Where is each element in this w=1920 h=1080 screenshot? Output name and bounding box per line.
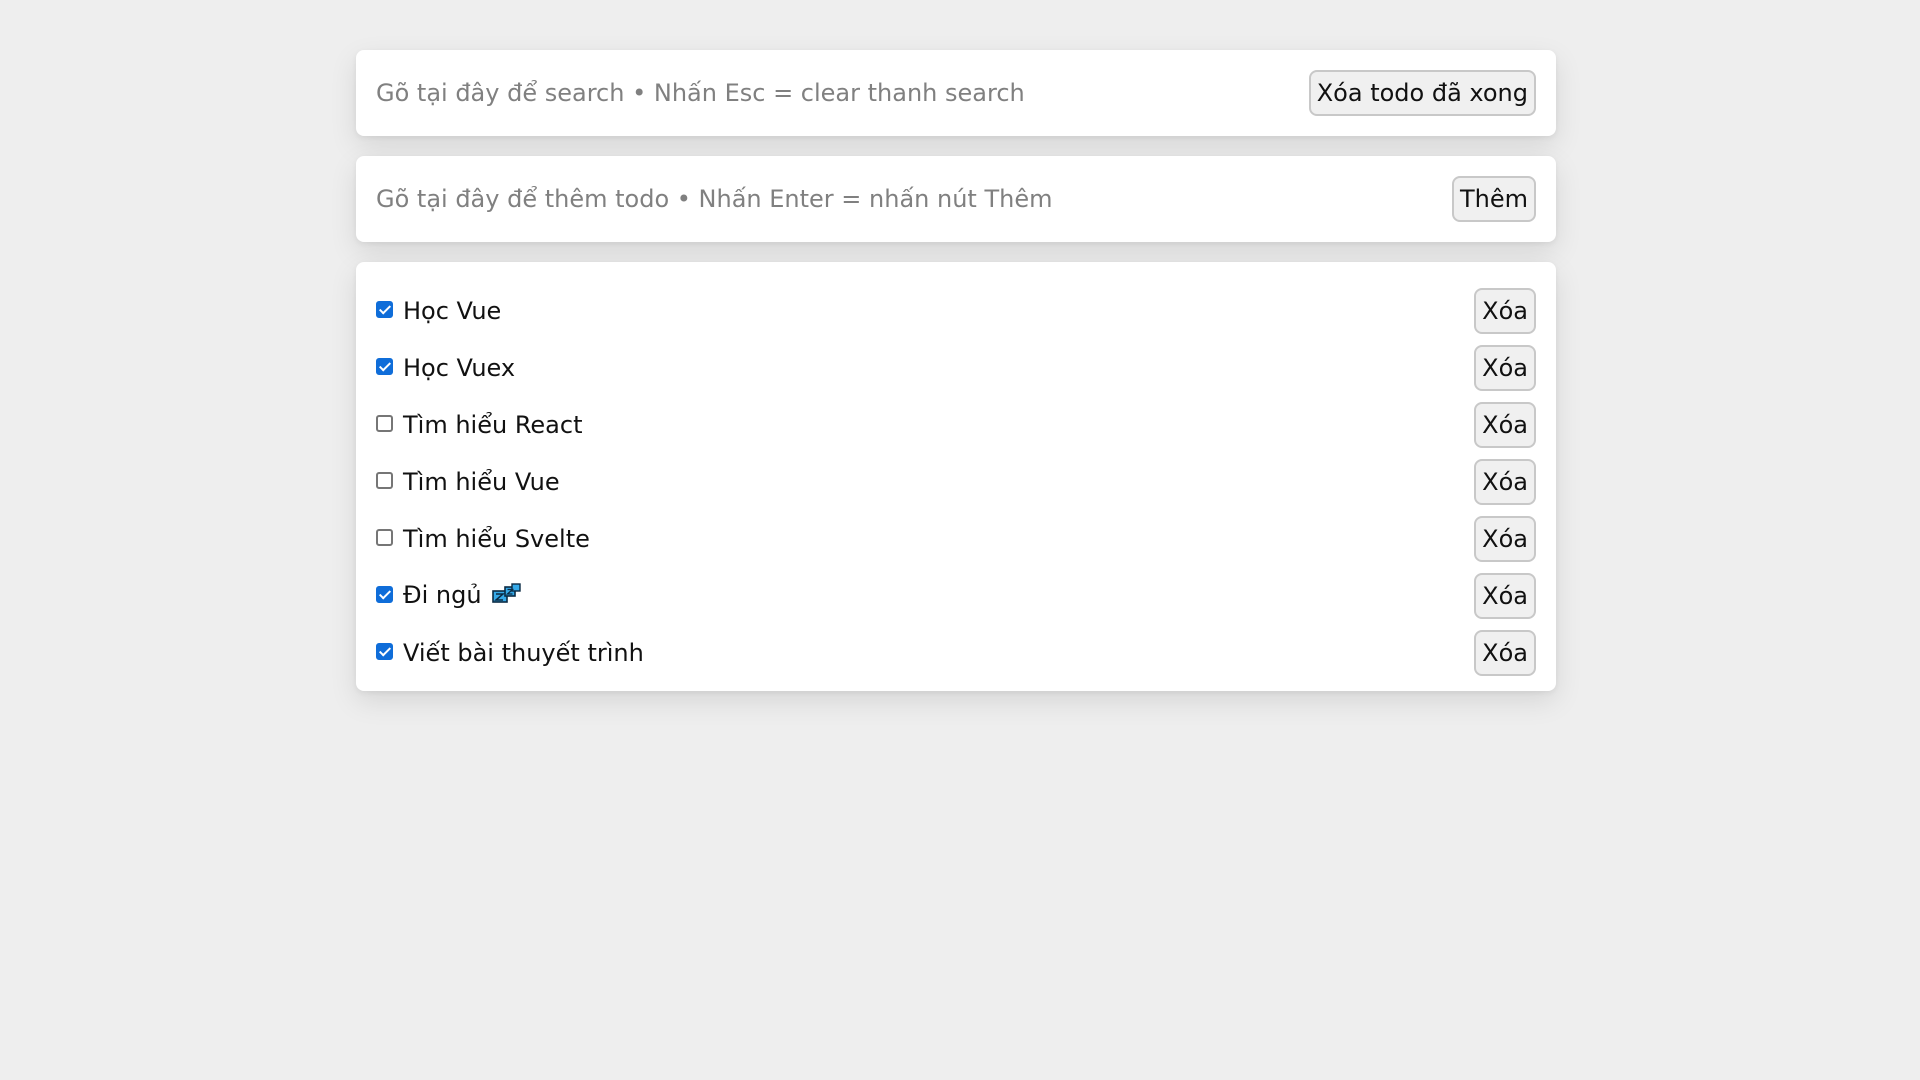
add-todo-button[interactable]: Thêm (1451, 176, 1536, 222)
clear-done-button[interactable]: Xóa todo đã xong (1308, 70, 1536, 116)
todo-label-wrap: Đi ngủ (403, 581, 1474, 610)
delete-todo-button[interactable]: Xóa (1474, 344, 1536, 391)
delete-todo-button[interactable]: Xóa (1474, 458, 1536, 505)
todo-label: Viết bài thuyết trình (403, 638, 644, 667)
zzz-sleep-icon (491, 582, 522, 610)
add-todo-bar: Thêm (356, 156, 1556, 242)
todo-label: Học Vuex (403, 353, 516, 382)
todo-item: Tìm hiểu React Xóa (376, 396, 1536, 453)
todo-item: Đi ngủ Xóa (376, 567, 1536, 624)
todo-item: Học Vue Xóa (376, 282, 1536, 339)
todo-checkbox[interactable] (376, 529, 393, 546)
todo-app: Xóa todo đã xong Thêm Học Vue Xóa Học Vu… (356, 50, 1556, 691)
search-bar: Xóa todo đã xong (356, 50, 1556, 136)
delete-todo-button[interactable]: Xóa (1474, 572, 1536, 619)
search-input[interactable] (376, 79, 1309, 107)
todo-checkbox[interactable] (376, 643, 393, 660)
todo-item: Tìm hiểu Svelte Xóa (376, 510, 1536, 567)
todo-label: Tìm hiểu Svelte (403, 524, 590, 553)
delete-todo-button[interactable]: Xóa (1474, 629, 1536, 676)
todo-list: Học Vue Xóa Học Vuex Xóa Tìm hiểu React … (356, 262, 1556, 691)
todo-item: Tìm hiểu Vue Xóa (376, 453, 1536, 510)
todo-checkbox[interactable] (376, 301, 393, 318)
todo-checkbox[interactable] (376, 415, 393, 432)
add-todo-input[interactable] (376, 185, 1452, 213)
todo-item: Học Vuex Xóa (376, 339, 1536, 396)
todo-checkbox[interactable] (376, 586, 393, 603)
todo-label: Đi ngủ (403, 581, 482, 609)
delete-todo-button[interactable]: Xóa (1474, 287, 1536, 334)
todo-label: Học Vue (403, 296, 502, 325)
todo-label: Tìm hiểu React (403, 410, 583, 439)
todo-checkbox[interactable] (376, 472, 393, 489)
todo-item: Viết bài thuyết trình Xóa (376, 624, 1536, 681)
delete-todo-button[interactable]: Xóa (1474, 401, 1536, 448)
todo-checkbox[interactable] (376, 358, 393, 375)
delete-todo-button[interactable]: Xóa (1474, 515, 1536, 562)
todo-label: Tìm hiểu Vue (403, 467, 560, 496)
